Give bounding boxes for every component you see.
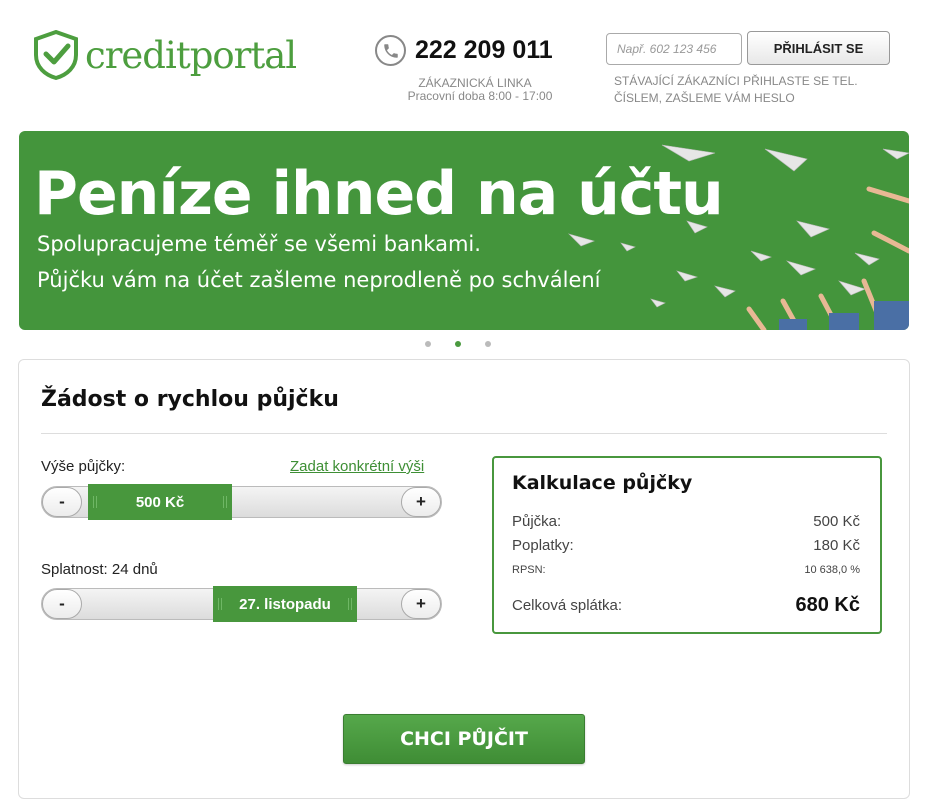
banner-carousel-dots [425, 341, 491, 347]
loan-form-divider [41, 433, 887, 434]
grip-icon [348, 598, 352, 610]
login-button[interactable]: PŘIHLÁSIT SE [747, 31, 890, 65]
amount-slider-handle[interactable]: 500 Kč [88, 484, 232, 520]
grip-icon [218, 598, 222, 610]
amount-slider-value: 500 Kč [135, 493, 185, 511]
amount-decrease-button[interactable]: - [42, 487, 82, 517]
term-increase-button[interactable]: + [401, 589, 441, 619]
hero-banner: Peníze ihned na účtu Spolupracujeme témě… [19, 131, 909, 330]
term-decrease-button[interactable]: - [42, 589, 82, 619]
carousel-dot-3[interactable] [485, 341, 491, 347]
term-slider-value: 27. listopadu [239, 595, 331, 613]
brand-logo[interactable]: creditportal [33, 30, 297, 80]
calc-total-value: 680 Kč [795, 594, 861, 616]
loan-amount-slider[interactable]: - 500 Kč + [41, 484, 442, 520]
carousel-dot-2[interactable] [455, 341, 461, 347]
custom-amount-link[interactable]: Zadat konkrétní výši [290, 458, 424, 475]
phone-icon [375, 35, 406, 66]
hotline-phone-number[interactable]: 222 209 011 [415, 36, 553, 65]
grip-icon [223, 496, 227, 508]
calc-row-total: Celková splátka: 680 Kč [512, 594, 860, 617]
amount-increase-button[interactable]: + [401, 487, 441, 517]
loan-term-slider[interactable]: - 27. listopadu + [41, 586, 442, 622]
calc-total-label: Celková splátka: [512, 597, 623, 614]
calc-row-rpsn: RPSN: 10 638,0 % [512, 564, 860, 576]
calc-row-loan: Půjčka: 500 Kč [512, 513, 860, 530]
carousel-dot-1[interactable] [425, 341, 431, 347]
loan-amount-label: Výše půjčky: [41, 458, 126, 475]
banner-subtitle-line-1: Spolupracujeme téměř se všemi bankami. [37, 232, 481, 256]
hotline-hours: Pracovní doba 8:00 - 17:00 [407, 89, 553, 103]
login-note: Stávající zákazníci přihlaste se tel. čí… [614, 74, 858, 105]
submit-loan-button[interactable]: CHCI PŮJČIT [343, 714, 585, 764]
calc-fees-value: 180 Kč [813, 537, 860, 554]
loan-calculation-box: Kalkulace půjčky Půjčka: 500 Kč Poplatky… [492, 456, 882, 634]
calc-rpsn-label: RPSN: [512, 564, 546, 576]
calc-loan-label: Půjčka: [512, 513, 562, 530]
calc-row-fees: Poplatky: 180 Kč [512, 537, 860, 554]
brand-name: creditportal [85, 33, 297, 77]
grip-icon [93, 496, 97, 508]
login-phone-input[interactable] [606, 33, 742, 65]
calc-rpsn-value: 10 638,0 % [804, 564, 860, 576]
calculation-title: Kalkulace půjčky [512, 472, 693, 494]
loan-form-title: Žádost o rychlou půjčku [41, 387, 339, 412]
loan-term-label: Splatnost: 24 dnů [41, 561, 158, 578]
calc-loan-value: 500 Kč [813, 513, 860, 530]
term-slider-handle[interactable]: 27. listopadu [213, 586, 357, 622]
hotline-label: Zákaznická linka [418, 76, 532, 90]
shield-check-icon [34, 30, 78, 80]
banner-subtitle-line-2: Půjčku vám na účet zašleme neprodleně po… [37, 268, 601, 292]
calc-fees-label: Poplatky: [512, 537, 574, 554]
paper-planes-illustration [567, 144, 909, 330]
